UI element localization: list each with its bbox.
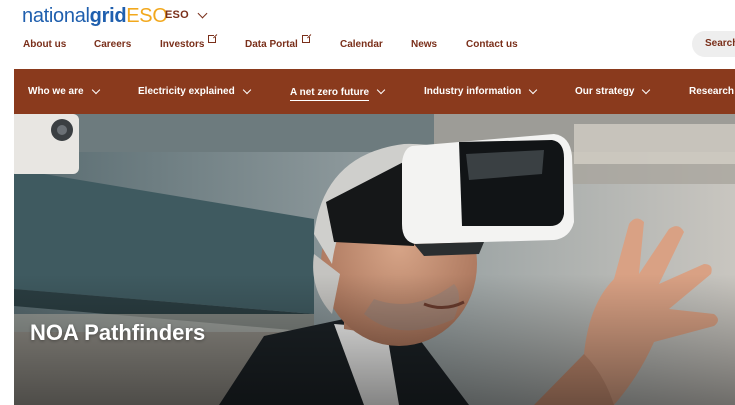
utility-link-label: News [411, 38, 438, 50]
utility-link-label: Data Portal [245, 38, 298, 50]
nav-item-industry-information[interactable]: Industry information [424, 69, 538, 114]
nav-item-label: Our strategy [575, 86, 635, 97]
external-link-icon [208, 32, 219, 43]
nav-item-a-net-zero-future[interactable]: A net zero future [290, 69, 386, 114]
utility-link-label: Calendar [340, 38, 383, 50]
chevron-down-icon [197, 8, 208, 18]
utility-link-about-us[interactable]: About us [23, 39, 66, 50]
national-grid-eso-logo[interactable]: nationalgridESO [22, 4, 168, 28]
nav-item-who-we-are[interactable]: Who we are [28, 69, 100, 114]
chevron-down-icon [642, 85, 651, 95]
logo-text-eso: ESO [126, 5, 168, 27]
eso-switcher-dropdown[interactable]: ESO [165, 8, 208, 21]
nav-item-label: Industry information [424, 86, 522, 97]
logo-text-grid: grid [89, 5, 127, 27]
nav-item-label: Electricity explained [138, 86, 235, 97]
utility-link-calendar[interactable]: Calendar [340, 39, 383, 50]
logo-text-national: national [22, 5, 90, 27]
top-bar: nationalgridESO ESO About us Careers Inv… [0, 0, 735, 68]
hero-banner: NOA Pathfinders [14, 114, 735, 405]
main-nav: Who we are Electricity explained A net z… [14, 69, 735, 114]
nav-item-label: Who we are [28, 86, 84, 97]
utility-link-data-portal[interactable]: Data Portal [245, 32, 312, 50]
utility-link-contact-us[interactable]: Contact us [466, 39, 518, 50]
nav-item-electricity-explained[interactable]: Electricity explained [138, 69, 251, 114]
utility-link-label: Investors [160, 38, 205, 50]
external-link-icon [301, 32, 312, 43]
nav-item-our-strategy[interactable]: Our strategy [575, 69, 651, 114]
utility-link-label: Careers [94, 38, 132, 50]
eso-switcher-label: ESO [165, 9, 189, 21]
nav-item-research[interactable]: Research [689, 69, 734, 114]
chevron-down-icon [91, 85, 100, 95]
chevron-down-icon [376, 85, 386, 95]
utility-link-careers[interactable]: Careers [94, 39, 131, 50]
search-placeholder: Search [705, 38, 735, 49]
chevron-down-icon [528, 85, 538, 95]
utility-link-investors[interactable]: Investors [160, 32, 219, 50]
utility-link-news[interactable]: News [411, 39, 437, 50]
search-input[interactable]: Search [692, 31, 735, 57]
utility-link-label: Contact us [466, 38, 518, 50]
nav-item-label: A net zero future [290, 87, 370, 101]
nav-item-label: Research [689, 86, 735, 97]
utility-link-label: About us [23, 38, 67, 50]
chevron-down-icon [242, 85, 251, 95]
page-title: NOA Pathfinders [30, 320, 206, 345]
hero-image-vr-headset [14, 114, 735, 405]
